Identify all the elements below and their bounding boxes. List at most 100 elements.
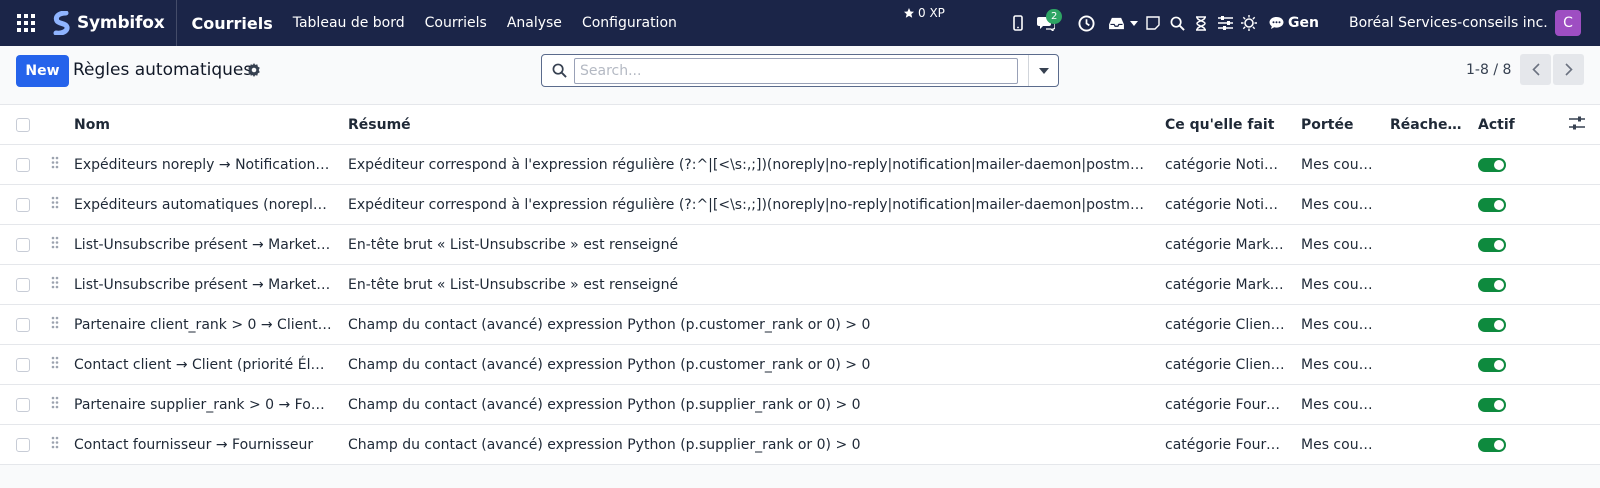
menu-item-emails[interactable]: Courriels xyxy=(425,15,487,31)
cell-resume[interactable]: Champ du contact (avancé) expression Pyt… xyxy=(340,344,1157,385)
cell-portee[interactable]: Mes courri… xyxy=(1293,424,1382,465)
cell-action[interactable]: catégorie Fourni… xyxy=(1157,384,1293,425)
cell-reachem[interactable] xyxy=(1382,424,1470,465)
drag-handle[interactable] xyxy=(44,264,66,305)
cell-action[interactable]: catégorie Market… xyxy=(1157,224,1293,265)
cell-nom[interactable]: List-Unsubscribe présent → Marketin… xyxy=(66,264,340,305)
cell-action[interactable]: catégorie Notific… xyxy=(1157,144,1293,185)
drag-handle[interactable] xyxy=(44,184,66,225)
search-input[interactable] xyxy=(574,58,1018,84)
cell-resume[interactable]: Champ du contact (avancé) expression Pyt… xyxy=(340,304,1157,345)
row-checkbox[interactable] xyxy=(16,197,30,212)
pager-value[interactable]: 1-8 / 8 xyxy=(1466,62,1511,78)
column-header-portee[interactable]: Portée xyxy=(1293,104,1382,145)
global-search-button[interactable] xyxy=(1165,0,1189,46)
active-toggle[interactable] xyxy=(1478,437,1506,452)
row-checkbox[interactable] xyxy=(16,237,30,252)
row-checkbox[interactable] xyxy=(16,437,30,452)
notes-button[interactable] xyxy=(1141,0,1165,46)
theme-toggle-button[interactable] xyxy=(1237,0,1261,46)
row-checkbox[interactable] xyxy=(16,157,30,172)
cell-actif[interactable] xyxy=(1470,184,1563,225)
row-checkbox[interactable] xyxy=(16,317,30,332)
cell-resume[interactable]: Expéditeur correspond à l'expression rég… xyxy=(340,144,1157,185)
cell-actif[interactable] xyxy=(1470,424,1563,465)
table-row[interactable]: Partenaire client_rank > 0 → Client (… Ch… xyxy=(0,304,1600,345)
menu-item-dashboard[interactable]: Tableau de bord xyxy=(293,15,405,31)
search-options-toggle[interactable] xyxy=(1028,55,1058,86)
table-row[interactable]: Expéditeurs noreply → Notification + … Ex… xyxy=(0,144,1600,185)
drag-handle[interactable] xyxy=(44,224,66,265)
active-toggle[interactable] xyxy=(1478,237,1506,252)
cell-actif[interactable] xyxy=(1470,304,1563,345)
column-header-reachem[interactable]: Réachem… xyxy=(1382,104,1470,145)
table-row[interactable]: List-Unsubscribe présent → Marketin… En-t… xyxy=(0,264,1600,305)
drag-handle[interactable] xyxy=(44,384,66,425)
cell-portee[interactable]: Mes courri… xyxy=(1293,304,1382,345)
cell-portee[interactable]: Mes courri… xyxy=(1293,264,1382,305)
active-toggle[interactable] xyxy=(1478,197,1506,212)
select-all-checkbox[interactable] xyxy=(16,117,30,132)
cell-nom[interactable]: List-Unsubscribe présent → Marketin… xyxy=(66,224,340,265)
table-row[interactable]: List-Unsubscribe présent → Marketin… En-t… xyxy=(0,224,1600,265)
cell-resume[interactable]: En-tête brut « List-Unsubscribe » est re… xyxy=(340,264,1157,305)
cell-resume[interactable]: Champ du contact (avancé) expression Pyt… xyxy=(340,384,1157,425)
active-toggle[interactable] xyxy=(1478,157,1506,172)
row-select-cell[interactable] xyxy=(0,424,44,465)
active-toggle[interactable] xyxy=(1478,277,1506,292)
row-select-cell[interactable] xyxy=(0,184,44,225)
cell-nom[interactable]: Expéditeurs automatiques (noreply) … xyxy=(66,184,340,225)
column-header-actif[interactable]: Actif xyxy=(1470,104,1563,145)
cell-resume[interactable]: En-tête brut « List-Unsubscribe » est re… xyxy=(340,224,1157,265)
row-select-cell[interactable] xyxy=(0,344,44,385)
inbox-dropdown-toggle[interactable] xyxy=(1127,0,1141,46)
active-toggle[interactable] xyxy=(1478,357,1506,372)
pager-next-button[interactable] xyxy=(1553,54,1584,85)
cell-nom[interactable]: Contact fournisseur → Fournisseur xyxy=(66,424,340,465)
cell-action[interactable]: catégorie Notific… xyxy=(1157,184,1293,225)
cell-action[interactable]: catégorie Client ·… xyxy=(1157,304,1293,345)
messages-button[interactable]: 2 xyxy=(1030,0,1063,46)
cell-nom[interactable]: Expéditeurs noreply → Notification + … xyxy=(66,144,340,185)
cell-actif[interactable] xyxy=(1470,344,1563,385)
column-header-resume[interactable]: Résumé xyxy=(340,104,1157,145)
pager-previous-button[interactable] xyxy=(1520,54,1551,85)
cell-actif[interactable] xyxy=(1470,264,1563,305)
cell-reachem[interactable] xyxy=(1382,384,1470,425)
cell-reachem[interactable] xyxy=(1382,224,1470,265)
new-button[interactable]: New xyxy=(16,55,69,87)
table-row[interactable]: Contact fournisseur → Fournisseur Champ d… xyxy=(0,424,1600,465)
row-select-cell[interactable] xyxy=(0,264,44,305)
row-select-cell[interactable] xyxy=(0,304,44,345)
cell-actif[interactable] xyxy=(1470,144,1563,185)
row-select-cell[interactable] xyxy=(0,224,44,265)
gear-icon[interactable] xyxy=(247,63,261,77)
row-checkbox[interactable] xyxy=(16,277,30,292)
drag-handle[interactable] xyxy=(44,424,66,465)
menu-item-analysis[interactable]: Analyse xyxy=(507,15,562,31)
drag-handle[interactable] xyxy=(44,304,66,345)
active-toggle[interactable] xyxy=(1478,397,1506,412)
cell-actif[interactable] xyxy=(1470,384,1563,425)
mobile-button[interactable] xyxy=(1005,0,1030,46)
cell-reachem[interactable] xyxy=(1382,264,1470,305)
user-avatar[interactable]: C xyxy=(1555,10,1581,36)
cell-reachem[interactable] xyxy=(1382,144,1470,185)
column-header-nom[interactable]: Nom xyxy=(66,104,340,145)
select-all-cell[interactable] xyxy=(0,104,44,145)
drag-handle[interactable] xyxy=(44,344,66,385)
cell-action[interactable]: catégorie Market… xyxy=(1157,264,1293,305)
cell-reachem[interactable] xyxy=(1382,344,1470,385)
xp-counter[interactable]: 0 XP xyxy=(903,6,945,20)
column-header-action[interactable]: Ce qu'elle fait xyxy=(1157,104,1293,145)
row-checkbox[interactable] xyxy=(16,357,30,372)
table-row[interactable]: Contact client → Client (priorité Élevé…… xyxy=(0,344,1600,385)
inbox-button[interactable] xyxy=(1105,0,1127,46)
cell-nom[interactable]: Contact client → Client (priorité Élevé… xyxy=(66,344,340,385)
table-row[interactable]: Partenaire supplier_rank > 0 → Four… Cham… xyxy=(0,384,1600,425)
drag-handle[interactable] xyxy=(44,144,66,185)
cell-portee[interactable]: Mes courri… xyxy=(1293,384,1382,425)
row-select-cell[interactable] xyxy=(0,144,44,185)
cell-action[interactable]: catégorie Client ·… xyxy=(1157,344,1293,385)
brand[interactable]: Symbifox xyxy=(52,0,178,46)
